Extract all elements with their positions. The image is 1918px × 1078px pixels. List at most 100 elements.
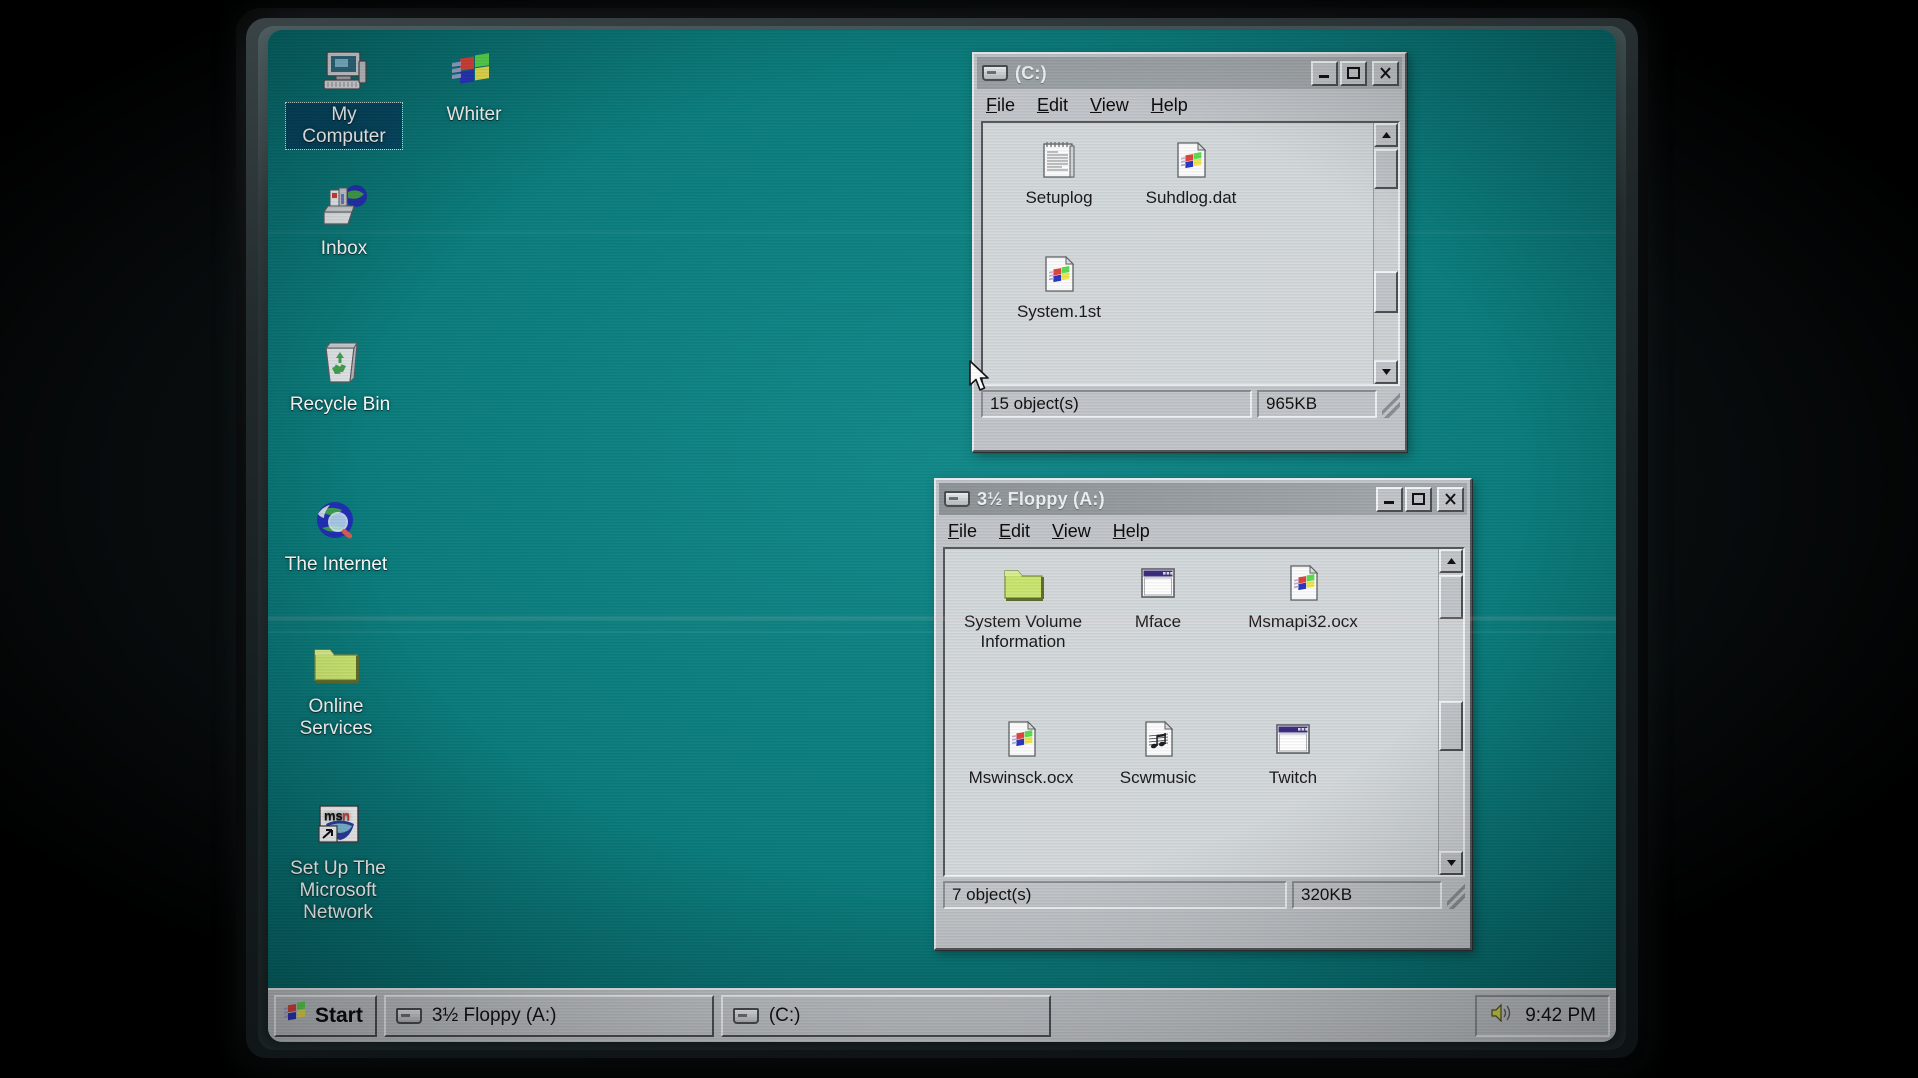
desktop-icon-label: Whiter	[446, 104, 502, 125]
inbox-icon	[318, 182, 370, 230]
titlebar-c-drive[interactable]: (C:)	[977, 57, 1402, 89]
file-name: System Volume Information	[963, 612, 1083, 651]
speaker-icon[interactable]	[1489, 1002, 1513, 1030]
file-item[interactable]: Twitch	[1235, 717, 1351, 788]
taskbar-item-label: 3½ Floppy (A:)	[431, 1005, 557, 1026]
folder-icon	[310, 640, 362, 688]
menu-file[interactable]: File	[948, 521, 977, 542]
floppy-drive-icon	[395, 1008, 422, 1024]
file-list-c-drive[interactable]: Setuplog Suhdlog.dat System.1st	[981, 121, 1400, 386]
menubar-a-floppy[interactable]: File Edit View Help	[936, 515, 1470, 547]
crt-screen: My Computer Whiter Inbox Recycle Bin The…	[268, 30, 1616, 1042]
folder-icon	[1000, 561, 1046, 607]
window-a-floppy[interactable]: 3½ Floppy (A:) File Edit View Help Syste…	[934, 478, 1472, 950]
menu-view[interactable]: View	[1090, 95, 1129, 116]
resize-grip[interactable]	[1382, 390, 1400, 418]
desktop-icon-my-computer[interactable]: My Computer	[285, 48, 403, 150]
scroll-up-button[interactable]	[1439, 549, 1463, 573]
resize-grip[interactable]	[1447, 881, 1465, 909]
scroll-down-button[interactable]	[1439, 851, 1463, 875]
maximize-button[interactable]	[1405, 486, 1432, 512]
scroll-down-button[interactable]	[1374, 360, 1398, 384]
minimize-button[interactable]	[1376, 486, 1403, 512]
file-item[interactable]: Setuplog	[1001, 137, 1117, 208]
scrollbar-thumb[interactable]	[1374, 149, 1398, 189]
file-name: Twitch	[1268, 768, 1318, 787]
menubar-c-drive[interactable]: File Edit View Help	[974, 89, 1405, 121]
desktop-icon-label: Inbox	[320, 238, 368, 259]
menu-edit[interactable]: Edit	[999, 521, 1030, 542]
desktop-icon-label: The Internet	[284, 554, 388, 575]
file-name: Msmapi32.ocx	[1248, 612, 1358, 631]
statusbar-a-floppy: 7 object(s) 320KB	[943, 881, 1465, 909]
windows-file-icon	[1280, 561, 1326, 607]
menu-edit[interactable]: Edit	[1037, 95, 1068, 116]
desktop-icon-label: Recycle Bin	[289, 394, 391, 415]
music-file-icon	[1135, 717, 1181, 763]
desktop-icon-label: Set Up The Microsoft Network	[290, 858, 386, 923]
scrollbar-thumb-lower[interactable]	[1374, 271, 1398, 313]
taskbar-item-label: (C:)	[768, 1005, 801, 1026]
file-list-a-floppy[interactable]: System Volume Information Mface Msmapi32…	[943, 547, 1465, 877]
taskbar[interactable]: Start 3½ Floppy (A:) (C:) 9:42 PM	[268, 988, 1616, 1042]
start-button[interactable]: Start	[274, 995, 377, 1037]
desktop-icon-label: My Computer	[285, 102, 403, 150]
file-name: Setuplog	[1025, 188, 1093, 207]
status-object-count: 15 object(s)	[981, 390, 1252, 418]
file-name: System.1st	[1016, 302, 1102, 321]
windows-flag-icon	[448, 48, 500, 96]
desktop-icon-online-services[interactable]: Online Services	[278, 640, 394, 741]
desktop-icon-setup-msn[interactable]: ms n Set Up The Microsoft Network	[274, 802, 402, 925]
recycle-bin-icon	[314, 338, 366, 386]
taskbar-item-a-floppy[interactable]: 3½ Floppy (A:)	[383, 995, 714, 1037]
status-size: 320KB	[1292, 881, 1442, 909]
internet-globe-icon	[310, 498, 362, 546]
close-button[interactable]	[1437, 486, 1464, 512]
window-c-drive[interactable]: (C:) File Edit View Help Setuplog Suhdlo…	[972, 52, 1407, 452]
desktop-icon-label: Online Services	[299, 696, 373, 739]
file-item[interactable]: Suhdlog.dat	[1133, 137, 1249, 208]
file-item[interactable]: System Volume Information	[959, 561, 1087, 652]
menu-help[interactable]: Help	[1151, 95, 1188, 116]
desktop-icon-the-internet[interactable]: The Internet	[278, 498, 394, 577]
statusbar-c-drive: 15 object(s) 965KB	[981, 390, 1400, 418]
file-item[interactable]: System.1st	[1001, 251, 1117, 322]
minimize-button[interactable]	[1311, 60, 1338, 86]
file-item[interactable]: Scwmusic	[1093, 717, 1223, 788]
status-size: 965KB	[1257, 390, 1377, 418]
vertical-scrollbar-c-drive[interactable]	[1373, 123, 1398, 384]
titlebar-a-floppy[interactable]: 3½ Floppy (A:)	[939, 483, 1467, 515]
status-object-count: 7 object(s)	[943, 881, 1287, 909]
scroll-up-button[interactable]	[1374, 123, 1398, 147]
scrollbar-thumb[interactable]	[1439, 575, 1463, 619]
file-name: Suhdlog.dat	[1145, 188, 1237, 207]
vertical-scrollbar-a-floppy[interactable]	[1438, 549, 1463, 875]
windows-file-icon	[1168, 137, 1214, 183]
window-title: (C:)	[1015, 62, 1047, 83]
file-item[interactable]: Mface	[1100, 561, 1216, 632]
hard-drive-icon	[982, 65, 1008, 81]
clock[interactable]: 9:42 PM	[1525, 1005, 1596, 1027]
menu-view[interactable]: View	[1052, 521, 1091, 542]
application-window-icon	[1270, 717, 1316, 763]
file-name: Scwmusic	[1119, 768, 1197, 787]
file-item[interactable]: Mswinsck.ocx	[953, 717, 1089, 788]
file-item[interactable]: Msmapi32.ocx	[1235, 561, 1371, 632]
window-title: 3½ Floppy (A:)	[977, 488, 1105, 509]
menu-help[interactable]: Help	[1113, 521, 1150, 542]
taskbar-item-c-drive[interactable]: (C:)	[720, 995, 1051, 1037]
application-window-icon	[1135, 561, 1181, 607]
notepad-text-icon	[1036, 137, 1082, 183]
maximize-button[interactable]	[1340, 60, 1367, 86]
close-button[interactable]	[1372, 60, 1399, 86]
menu-file[interactable]: File	[986, 95, 1015, 116]
hard-drive-icon	[732, 1008, 759, 1024]
system-tray[interactable]: 9:42 PM	[1475, 995, 1610, 1037]
windows-file-icon	[998, 717, 1044, 763]
scrollbar-thumb-lower[interactable]	[1439, 701, 1463, 751]
windows-file-icon	[1036, 251, 1082, 297]
desktop-icon-recycle-bin[interactable]: Recycle Bin	[282, 338, 398, 417]
my-computer-icon	[318, 48, 370, 96]
desktop-icon-inbox[interactable]: Inbox	[286, 182, 402, 261]
desktop-icon-whiter[interactable]: Whiter	[416, 48, 532, 127]
